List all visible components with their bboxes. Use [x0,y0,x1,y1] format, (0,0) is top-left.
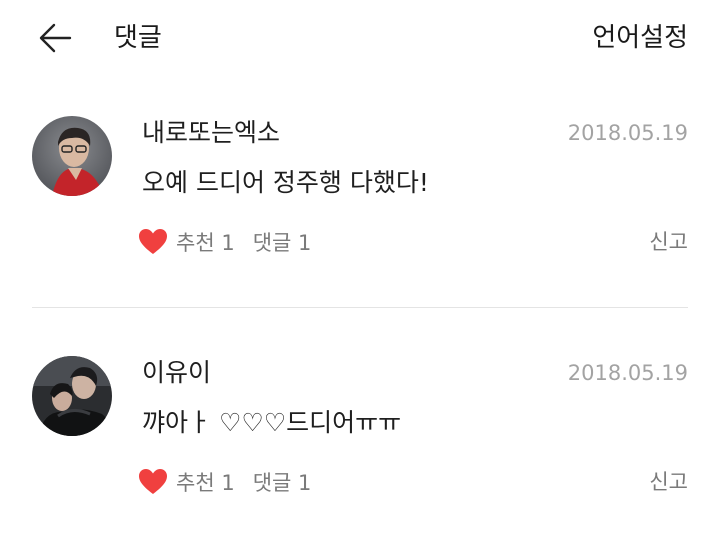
avatar[interactable] [32,116,112,196]
comment-text: 오예 드디어 정주행 다했다! [142,168,429,197]
language-settings-button[interactable]: 언어설정 [592,18,688,58]
back-button[interactable] [36,18,76,58]
comment-nickname[interactable]: 내로또는엑소 [142,116,280,150]
comment-text: 꺄아ㅏ ♡♡♡드디어ㅠㅠ [142,408,402,437]
header: 댓글 언어설정 [0,0,720,76]
divider [32,307,688,308]
reply-count-button[interactable]: 댓글 1 [253,227,312,257]
report-button[interactable]: 신고 [649,226,688,258]
heart-icon[interactable] [138,228,168,256]
like-count[interactable]: 추천 1 [176,467,235,497]
report-button[interactable]: 신고 [649,466,688,498]
avatar[interactable] [32,356,112,436]
arrow-left-icon [39,23,72,53]
comment-actions: 추천 1 댓글 1 [138,226,311,258]
heart-icon[interactable] [138,468,168,496]
comment-nickname[interactable]: 이유이 [142,356,211,390]
comment-item: 내로또는엑소 2018.05.19 오예 드디어 정주행 다했다! 추천 1 댓… [0,116,720,316]
comment-date: 2018.05.19 [567,361,688,385]
avatar-image [32,356,112,436]
reply-count-button[interactable]: 댓글 1 [253,467,312,497]
avatar-image [32,116,112,196]
page-title: 댓글 [114,23,162,53]
comment-date: 2018.05.19 [567,121,688,145]
like-count[interactable]: 추천 1 [176,227,235,257]
comment-item: 이유이 2018.05.19 꺄아ㅏ ♡♡♡드디어ㅠㅠ 추천 1 댓글 1 신고 [0,356,720,556]
comment-actions: 추천 1 댓글 1 [138,466,311,498]
